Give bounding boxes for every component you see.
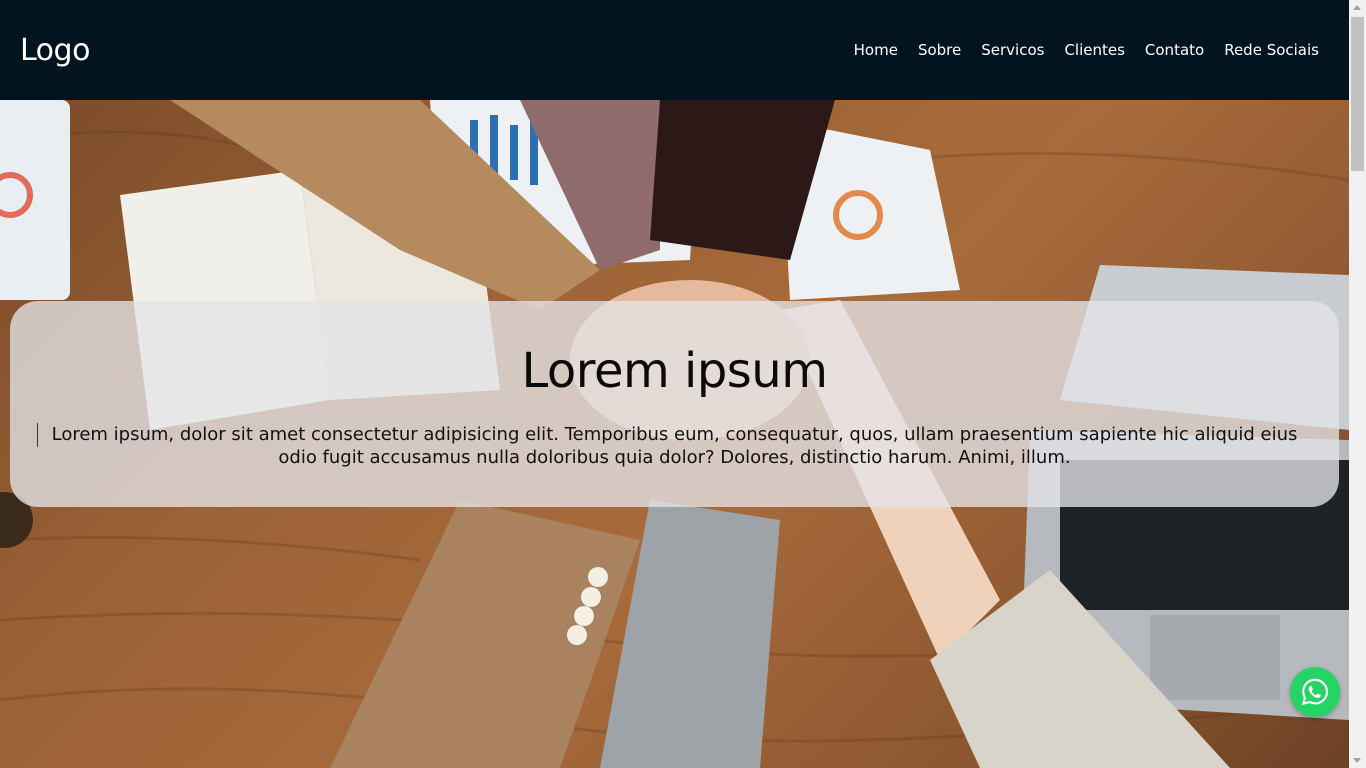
nav-clientes[interactable]: Clientes	[1064, 41, 1124, 59]
text-caret	[37, 423, 38, 447]
whatsapp-button[interactable]	[1290, 667, 1340, 717]
nav-contato[interactable]: Contato	[1145, 41, 1204, 59]
nav-rede-sociais[interactable]: Rede Sociais	[1224, 41, 1319, 59]
vertical-scrollbar[interactable]	[1349, 0, 1366, 768]
scroll-up-icon[interactable]	[1353, 5, 1361, 10]
scroll-down-icon[interactable]	[1353, 758, 1361, 763]
whatsapp-icon	[1301, 678, 1329, 706]
hero-text-content: Lorem ipsum, dolor sit amet consectetur …	[51, 424, 1298, 468]
hero-title: Lorem ipsum	[521, 343, 828, 399]
hero-card: Lorem ipsum Lorem ipsum, dolor sit amet …	[10, 301, 1339, 507]
logo[interactable]: Logo	[20, 33, 90, 68]
nav-home[interactable]: Home	[854, 41, 898, 59]
nav-sobre[interactable]: Sobre	[918, 41, 961, 59]
hero-text: Lorem ipsum, dolor sit amet consectetur …	[36, 423, 1313, 469]
scroll-thumb[interactable]	[1351, 17, 1364, 171]
nav-servicos[interactable]: Servicos	[981, 41, 1044, 59]
site-header: Logo Home Sobre Servicos Clientes Contat…	[0, 0, 1349, 100]
main-nav: Home Sobre Servicos Clientes Contato Red…	[854, 41, 1319, 59]
page: Logo Home Sobre Servicos Clientes Contat…	[0, 0, 1366, 768]
